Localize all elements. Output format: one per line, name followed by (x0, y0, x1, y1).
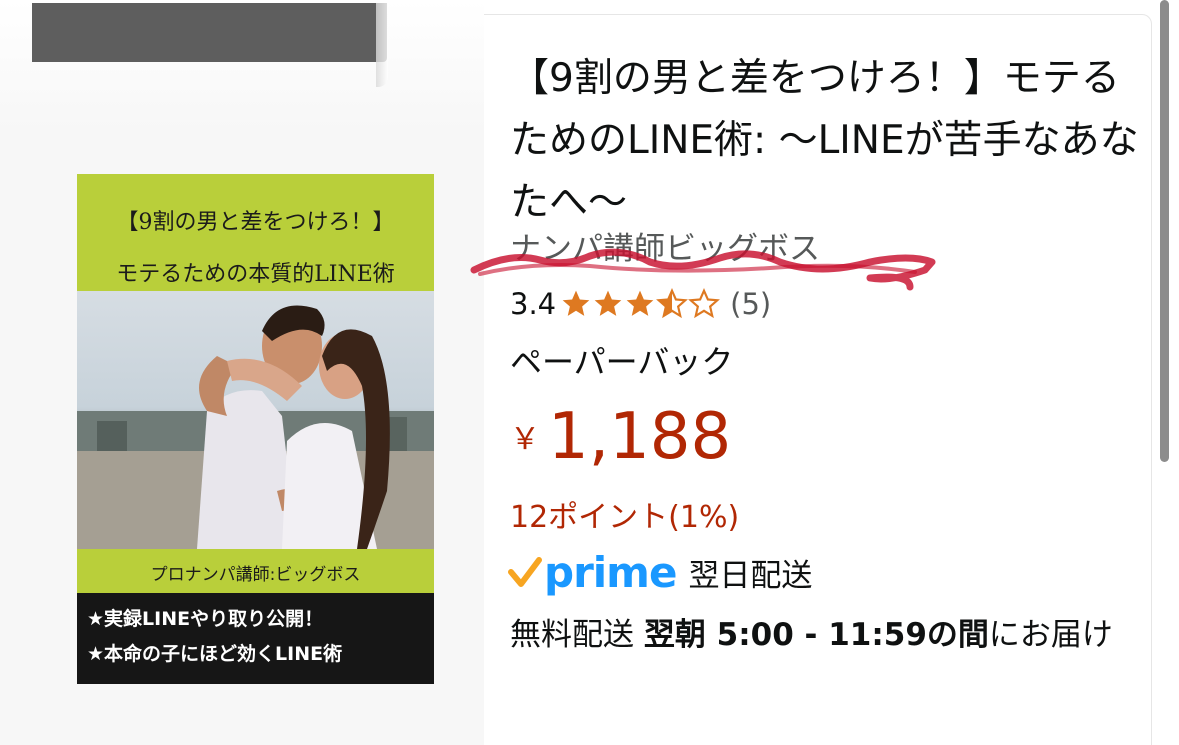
rating-stars (560, 288, 721, 320)
redacted-block-edge (376, 3, 388, 87)
prime-delivery-text: 翌日配送 (688, 557, 813, 594)
rating-value: 3.4 (510, 287, 557, 321)
cover-bullet-2: ★本命の子にほど効くLINE術 (87, 643, 343, 665)
red-strike-mark (470, 248, 936, 291)
prime-badge-row: prime 翌日配送 (508, 545, 812, 599)
cover-author: プロナンパ講師:ビッグボス (150, 565, 361, 585)
product-points: 12ポイント(1%) (510, 500, 740, 535)
price-currency-symbol: ￥ (510, 422, 540, 457)
price-value: 1,188 (548, 400, 732, 474)
cover-photo-couple (77, 291, 434, 549)
cover-title-line1: 【9割の男と差をつけろ！】 (116, 210, 395, 235)
rating-count: (5) (730, 287, 772, 321)
book-cover-image[interactable]: 【9割の男と差をつけろ！】 モテるための本質的LINE術 プロナンパ講師:ビッグ… (77, 174, 434, 684)
shipping-time: 翌朝 5:00 - 11:59の間 (643, 617, 989, 653)
star-empty-icon (688, 288, 721, 319)
star-full-icon (626, 290, 654, 316)
star-full-icon (562, 290, 590, 316)
product-price: ￥ 1,188 (510, 400, 731, 474)
scrollbar[interactable] (1160, 0, 1169, 462)
shipping-suffix: にお届け (988, 617, 1113, 653)
star-half-icon (656, 288, 689, 319)
product-title[interactable]: 【9割の男と差をつけろ！】モテるためのLINE術: 〜LINEが苦手なあなたへ〜 (510, 48, 1140, 234)
prime-logo: prime (544, 547, 677, 597)
shipping-prefix: 無料配送 (510, 617, 634, 653)
prime-check-icon (508, 557, 542, 587)
cover-bullet-1: ★実録LINEやり取り公開！ (87, 608, 324, 630)
product-format[interactable]: ペーパーバック (510, 337, 733, 383)
star-full-icon (594, 290, 622, 316)
cover-title-line2: モテるための本質的LINE術 (116, 262, 395, 287)
redacted-block (32, 3, 387, 62)
product-rating[interactable]: 3.4 (5) (510, 284, 771, 324)
shipping-info: 無料配送 翌朝 5:00 - 11:59の間にお届け (510, 610, 1140, 660)
couple-illustration (77, 305, 434, 549)
